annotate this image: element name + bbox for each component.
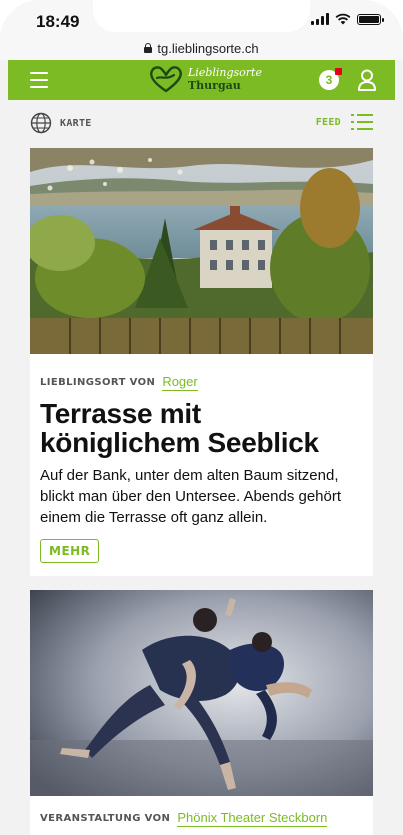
card-meta-label: LIEBLINGSORT VON [40, 377, 156, 388]
status-bar: 18:49 [0, 0, 403, 36]
feed-view-toggle[interactable]: FEED [316, 113, 373, 131]
feed-card[interactable]: VERANSTALTUNG VON Phönix Theater Steckbo… [30, 590, 373, 835]
feed-card[interactable]: LIEBLINGSORT VON Roger Terrasse mit köni… [30, 148, 373, 576]
notification-flag-icon [335, 68, 342, 75]
heart-logo-icon [150, 66, 182, 93]
status-time: 18:49 [36, 12, 80, 31]
dancers-photo [30, 590, 373, 796]
status-icons [311, 13, 384, 25]
globe-icon [30, 112, 52, 134]
card-title[interactable]: Terrasse mit königlichem Seeblick [40, 399, 363, 457]
menu-icon[interactable] [30, 72, 48, 88]
site-header: Lieblingsorte Thurgau 3 [8, 60, 395, 100]
map-view-toggle[interactable]: KARTE [30, 112, 92, 134]
view-switcher: KARTE FEED [8, 100, 395, 146]
more-button[interactable]: MEHR [40, 539, 100, 563]
map-view-label: KARTE [60, 117, 92, 129]
user-icon[interactable] [357, 69, 377, 91]
cellular-signal-icon [311, 13, 329, 25]
lake-villa-photo [30, 148, 373, 354]
address-bar[interactable]: tg.lieblingsorte.ch [0, 36, 403, 60]
card-image[interactable] [30, 148, 373, 354]
logo-text-bottom: Thurgau [188, 79, 241, 92]
phone-screen: 18:49 tg.lieblingsorte.ch Lieblingsorte … [0, 0, 403, 835]
card-author-link[interactable]: Phönix Theater Steckborn [177, 810, 328, 827]
lock-icon [144, 43, 153, 53]
card-author-link[interactable]: Roger [162, 374, 198, 391]
list-icon [351, 114, 373, 130]
battery-icon [357, 13, 384, 25]
wifi-icon [335, 13, 351, 25]
url-text: tg.lieblingsorte.ch [157, 40, 259, 56]
site-logo[interactable]: Lieblingsorte Thurgau [148, 64, 262, 94]
feed-view-label: FEED [315, 116, 341, 128]
device-notch [93, 0, 310, 32]
card-description: Auf der Bank, unter dem alten Baum sitze… [40, 467, 342, 526]
logo-text-top: Lieblingsorte [188, 66, 262, 79]
card-image[interactable] [30, 590, 373, 796]
card-meta-label: VERANSTALTUNG VON [40, 813, 171, 824]
